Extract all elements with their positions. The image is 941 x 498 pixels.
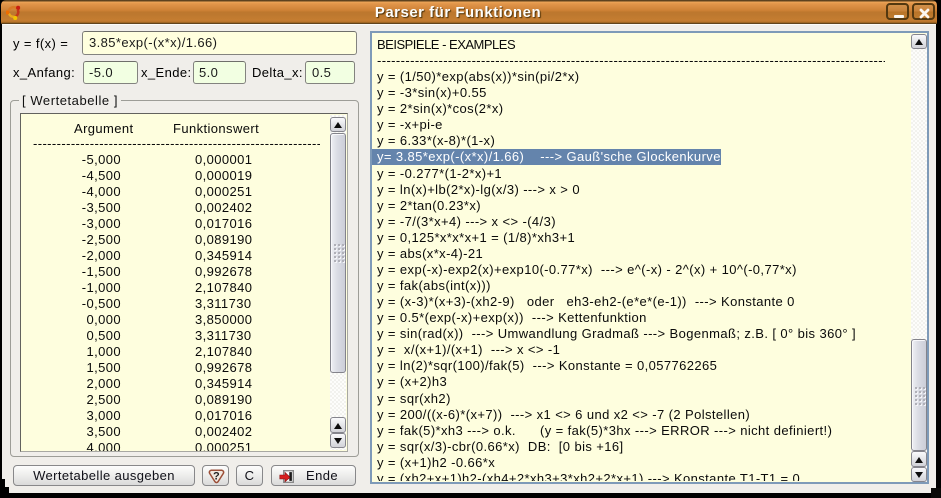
svg-text:?: ? — [213, 471, 220, 483]
